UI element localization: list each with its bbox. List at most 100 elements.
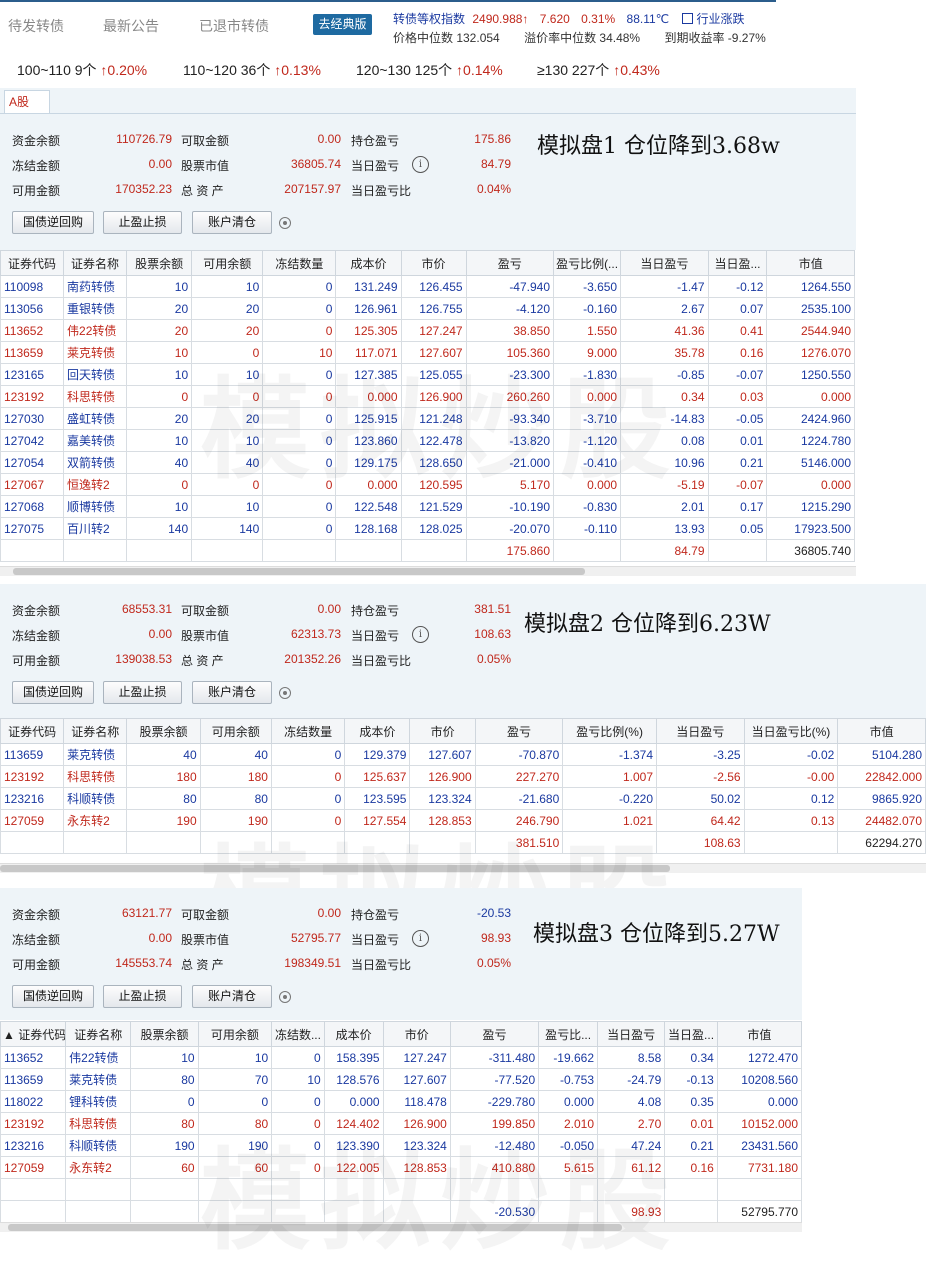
column-header[interactable]: 股票余额 bbox=[126, 718, 201, 744]
cash-value: 68553.31 bbox=[121, 602, 172, 616]
column-header[interactable]: 盈亏比... bbox=[538, 1021, 599, 1047]
industry-link[interactable]: 行业涨跌 bbox=[682, 12, 745, 26]
column-header[interactable]: 证券名称 bbox=[65, 1021, 132, 1047]
reverse-repo-button[interactable]: 国债逆回购 bbox=[12, 985, 94, 1008]
total-cell bbox=[199, 831, 272, 854]
column-header[interactable]: 冻结数量 bbox=[270, 718, 346, 744]
table-row[interactable]: 127059 永东转2 60 60 0 122.005 128.853 410.880 5.61… bbox=[0, 1156, 803, 1179]
total-cell bbox=[126, 831, 201, 854]
column-header[interactable]: 当日盈亏 bbox=[597, 1021, 666, 1047]
table-row[interactable]: 123192 科思转债 80 80 0 124.402 126.900 199.850 2.01… bbox=[0, 1112, 803, 1135]
table-row[interactable]: 127075 百川转2 140 140 0 128.168 128.025 -20.070 -0… bbox=[0, 517, 855, 540]
column-header[interactable]: 当日盈亏 bbox=[656, 718, 745, 744]
classic-version-button[interactable]: 去经典版 bbox=[313, 14, 372, 35]
table-row[interactable]: 113652 伟22转债 10 10 0 158.395 127.247 -311.480 -1… bbox=[0, 1046, 803, 1069]
column-header[interactable]: 成本价 bbox=[344, 718, 411, 744]
table-cell: -1.830 bbox=[553, 363, 622, 386]
table-row[interactable]: 113056 重银转债 20 20 0 126.961 126.755 -4.120 -0.16… bbox=[0, 297, 855, 320]
column-header[interactable]: 市值 bbox=[766, 250, 855, 276]
settings-gear-icon[interactable] bbox=[279, 991, 291, 1003]
column-header[interactable]: 冻结数... bbox=[271, 1021, 325, 1047]
column-header[interactable]: 当日盈... bbox=[664, 1021, 718, 1047]
table-row[interactable]: 127067 恒逸转2 0 0 0 0.000 120.595 5.170 0.000 -5.19… bbox=[0, 473, 855, 496]
column-header[interactable]: 市价 bbox=[409, 718, 476, 744]
table-row[interactable]: 123192 科思转债 0 0 0 0.000 126.900 260.260 0.000 0.3… bbox=[0, 385, 855, 408]
table-cell: 128.650 bbox=[400, 451, 467, 474]
table-row[interactable]: 123165 回天转债 10 10 0 127.385 125.055 -23.300 -1.8… bbox=[0, 363, 855, 386]
tab-delisted[interactable]: 已退市转债 bbox=[199, 16, 269, 36]
take-profit-stop-loss-button[interactable]: 止盈止损 bbox=[103, 211, 182, 234]
stock-val-label: 股票市值 bbox=[181, 933, 230, 947]
tab-a-share[interactable]: A股 bbox=[4, 90, 50, 113]
table-cell: 10 bbox=[126, 341, 193, 364]
column-header[interactable]: 市值 bbox=[837, 718, 926, 744]
table-cell: 40 bbox=[126, 743, 201, 766]
column-header[interactable]: 盈亏 bbox=[465, 250, 555, 276]
take-profit-stop-loss-button[interactable]: 止盈止损 bbox=[103, 681, 182, 704]
info-icon[interactable]: i bbox=[412, 156, 429, 173]
table-row[interactable]: 127059 永东转2 190 190 0 127.554 128.853 246.790 1.… bbox=[0, 809, 926, 832]
column-header[interactable]: 可用余额 bbox=[199, 718, 272, 744]
column-header[interactable]: 市值 bbox=[716, 1021, 803, 1047]
column-header[interactable]: 证券代码 bbox=[0, 718, 65, 744]
security-name: 莱克转债 bbox=[63, 341, 128, 364]
table-row[interactable]: 113659 莱克转债 10 0 10 117.071 127.607 105.360 9.00… bbox=[0, 341, 855, 364]
info-icon[interactable]: i bbox=[412, 930, 429, 947]
column-header[interactable]: 可用余额 bbox=[197, 1021, 273, 1047]
table-row[interactable]: 127068 顺博转债 10 10 0 122.548 121.529 -10.190 -0.8… bbox=[0, 495, 855, 518]
table-cell: 0 bbox=[191, 341, 264, 364]
table-row[interactable]: 110098 南药转债 10 10 0 131.249 126.455 -47.940 -3.6… bbox=[0, 275, 855, 298]
column-header[interactable]: 盈亏 bbox=[474, 718, 564, 744]
scrollbar-thumb[interactable] bbox=[13, 568, 585, 575]
column-header[interactable]: 市价 bbox=[382, 1021, 451, 1047]
take-profit-stop-loss-button[interactable]: 止盈止损 bbox=[103, 985, 182, 1008]
column-header[interactable]: 可用余额 bbox=[191, 250, 264, 276]
column-header[interactable]: 证券名称 bbox=[63, 718, 128, 744]
table-row[interactable]: 127042 嘉美转债 10 10 0 123.860 122.478 -13.820 -1.1… bbox=[0, 429, 855, 452]
column-header[interactable]: 当日盈亏 bbox=[620, 250, 709, 276]
table-row[interactable]: 123216 科顺转债 190 190 0 123.390 123.324 -12.480 -0… bbox=[0, 1134, 803, 1157]
horizontal-scrollbar[interactable] bbox=[0, 863, 926, 873]
column-header[interactable]: 盈亏 bbox=[449, 1021, 540, 1047]
settings-gear-icon[interactable] bbox=[279, 687, 291, 699]
tab-pending-bonds[interactable]: 待发转债 bbox=[8, 16, 64, 36]
tab-announcements[interactable]: 最新公告 bbox=[103, 16, 159, 36]
column-header[interactable]: 当日盈... bbox=[707, 250, 768, 276]
clear-account-button[interactable]: 账户清仓 bbox=[192, 211, 272, 234]
column-header[interactable]: 冻结数量 bbox=[262, 250, 337, 276]
table-row[interactable]: 113659 莱克转债 80 70 10 128.576 127.607 -77.520 -0.… bbox=[0, 1068, 803, 1091]
horizontal-scrollbar[interactable] bbox=[0, 566, 856, 576]
table-row[interactable]: 127030 盛虹转债 20 20 0 125.915 121.248 -93.340 -3.7… bbox=[0, 407, 855, 430]
table-row[interactable]: 123216 科顺转债 80 80 0 123.595 123.324 -21.680 -0.2… bbox=[0, 787, 926, 810]
column-header[interactable]: 股票余额 bbox=[130, 1021, 199, 1047]
table-cell: -5.19 bbox=[620, 473, 709, 496]
table-cell: 121.248 bbox=[400, 407, 467, 430]
column-header[interactable]: 成本价 bbox=[323, 1021, 384, 1047]
reverse-repo-button[interactable]: 国债逆回购 bbox=[12, 211, 94, 234]
column-header[interactable]: 盈亏比例(%) bbox=[562, 718, 657, 744]
security-name: 回天转债 bbox=[63, 363, 128, 386]
column-header[interactable]: 市价 bbox=[400, 250, 467, 276]
scrollbar-thumb[interactable] bbox=[0, 865, 670, 872]
reverse-repo-button[interactable]: 国债逆回购 bbox=[12, 681, 94, 704]
column-header[interactable]: 盈亏比例(... bbox=[553, 250, 622, 276]
clear-account-button[interactable]: 账户清仓 bbox=[192, 681, 272, 704]
column-header[interactable]: ▲ 证券代码 bbox=[0, 1021, 67, 1047]
table-row[interactable]: 123192 科思转债 180 180 0 125.637 126.900 227.270 1.… bbox=[0, 765, 926, 788]
column-header[interactable]: 股票余额 bbox=[126, 250, 193, 276]
table-row[interactable]: 113652 伟22转债 20 20 0 125.305 127.247 38.850 1.55… bbox=[0, 319, 855, 342]
table-row[interactable]: 113659 莱克转债 40 40 0 129.379 127.607 -70.870 -1.3… bbox=[0, 743, 926, 766]
column-header[interactable]: 成本价 bbox=[335, 250, 402, 276]
column-header[interactable]: 证券名称 bbox=[63, 250, 128, 276]
table-row[interactable]: 127054 双箭转债 40 40 0 129.175 128.650 -21.000 -0.4… bbox=[0, 451, 855, 474]
info-icon[interactable]: i bbox=[412, 626, 429, 643]
table-row[interactable]: 118022 锂科转债 0 0 0 0.000 118.478 -229.780 0.000 4.… bbox=[0, 1090, 803, 1113]
horizontal-scrollbar[interactable] bbox=[0, 1222, 802, 1232]
settings-gear-icon[interactable] bbox=[279, 217, 291, 229]
table-cell: 0 bbox=[270, 743, 346, 766]
column-header[interactable]: 证券代码 bbox=[0, 250, 65, 276]
clear-account-button[interactable]: 账户清仓 bbox=[192, 985, 272, 1008]
table-cell: 0.05 bbox=[707, 517, 768, 540]
column-header[interactable]: 当日盈亏比(%) bbox=[743, 718, 839, 744]
scrollbar-thumb[interactable] bbox=[8, 1224, 622, 1231]
